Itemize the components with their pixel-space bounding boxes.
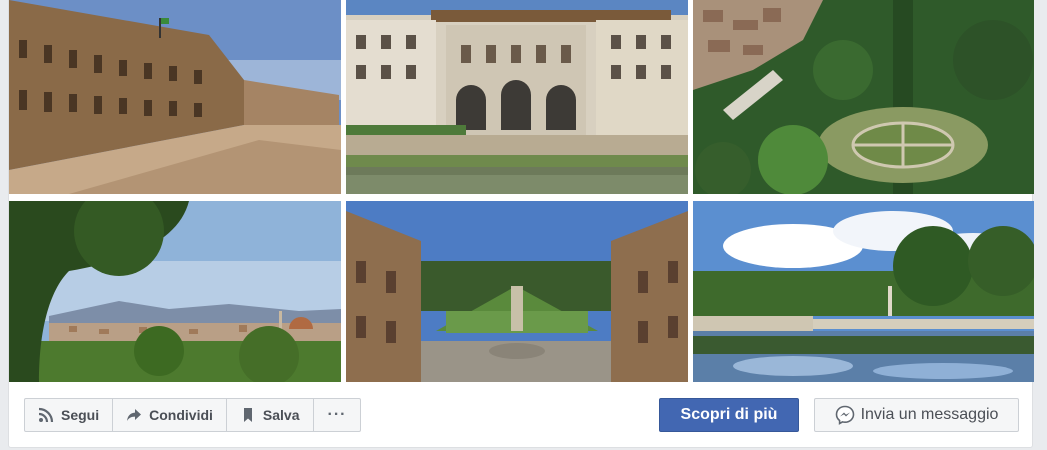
photo-palazzo-pitti[interactable] bbox=[9, 0, 341, 194]
page-actions-group: Segui Condividi Salva ··· bbox=[24, 398, 362, 432]
learn-more-button[interactable]: Scopri di più bbox=[659, 398, 799, 432]
photo-pitti-courtyard[interactable] bbox=[346, 201, 688, 382]
save-label: Salva bbox=[262, 407, 300, 423]
photo-florence-panorama-image bbox=[9, 201, 341, 382]
send-message-label: Invia un messaggio bbox=[860, 406, 999, 423]
photo-garden-pond[interactable] bbox=[693, 201, 1034, 382]
photo-uffizi[interactable] bbox=[346, 0, 688, 194]
photo-uffizi-image bbox=[346, 0, 688, 194]
photo-aerial-garden[interactable] bbox=[693, 0, 1034, 194]
share-label: Condividi bbox=[149, 407, 213, 423]
photo-palazzo-pitti-image bbox=[9, 0, 341, 194]
share-button[interactable]: Condividi bbox=[113, 399, 227, 431]
page-cover-card: Segui Condividi Salva ··· Scopri di più … bbox=[8, 0, 1034, 448]
learn-more-label: Scopri di più bbox=[680, 406, 778, 423]
follow-label: Segui bbox=[61, 407, 100, 423]
more-options-label: ··· bbox=[327, 406, 347, 423]
photo-florence-panorama[interactable] bbox=[9, 201, 341, 382]
bookmark-icon bbox=[240, 407, 256, 423]
save-button[interactable]: Salva bbox=[227, 399, 314, 431]
rss-icon bbox=[38, 407, 54, 423]
photo-garden-pond-image bbox=[693, 201, 1034, 382]
photo-aerial-garden-image bbox=[693, 0, 1034, 194]
send-message-button[interactable]: Invia un messaggio bbox=[814, 398, 1019, 432]
share-arrow-icon bbox=[126, 407, 142, 423]
photo-pitti-courtyard-image bbox=[346, 201, 688, 382]
follow-button[interactable]: Segui bbox=[25, 399, 114, 431]
messenger-icon bbox=[835, 405, 855, 425]
more-options-button[interactable]: ··· bbox=[314, 399, 361, 431]
